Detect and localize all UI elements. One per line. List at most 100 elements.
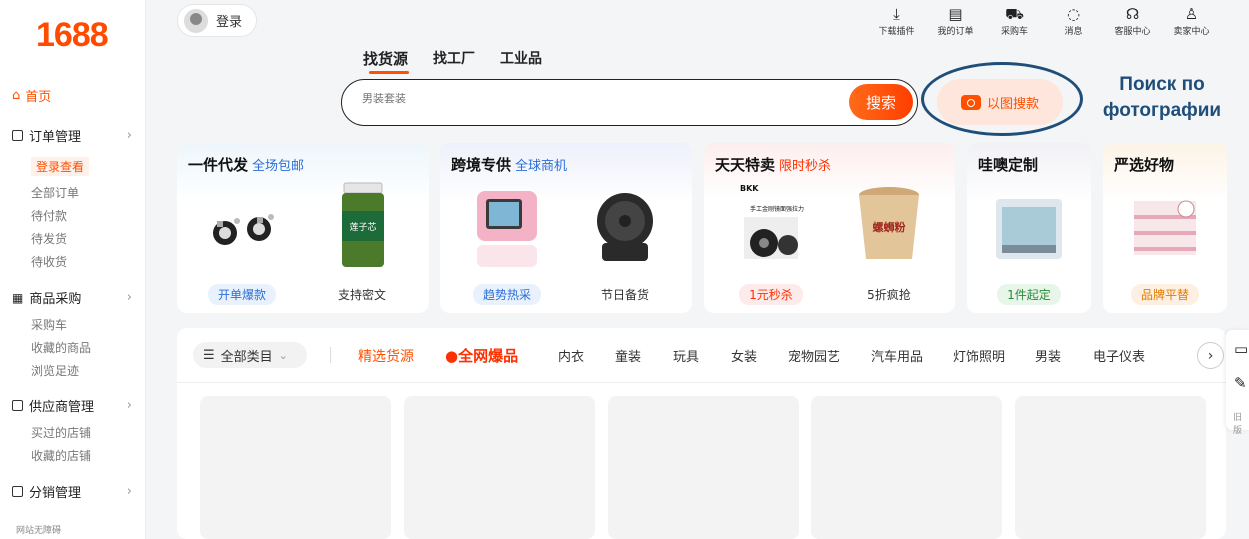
top-nav-download[interactable]: ⤓ 下载插件 [867,4,926,37]
chevron-right-icon: › [126,290,132,305]
login-button[interactable]: 登录 [177,4,257,37]
top-nav-label: 卖家中心 [1173,27,1210,37]
product-tag: 支持密文 [337,288,386,302]
category-item[interactable]: 女装 [731,346,788,365]
top-nav: ⤓ 下载插件 ▤ 我的订单 ⛟ 采购车 ◌ 消息 ☊ 客服中心 ♙ 卖家中心 [867,4,1221,37]
chevron-down-icon: ⌄ [278,348,288,362]
sidebar-section-label: 商品采购 [29,292,82,307]
product-placeholder [608,396,799,539]
user-icon: ♙ [1184,5,1199,23]
divider [330,347,331,363]
jar-image: 莲子芯 [317,181,407,271]
logo[interactable]: 1688 [36,16,109,55]
product-item[interactable]: 品牌平替 [1110,181,1220,305]
chevron-right-icon[interactable]: › [1197,342,1224,369]
category-item[interactable]: 电子仪表 [1093,346,1163,365]
edit-icon[interactable]: ✎ [1234,374,1247,392]
category-hot[interactable]: ●全网爆品 [445,345,518,366]
category-item[interactable]: 童装 [615,346,673,365]
top-nav-label: 采购车 [1000,27,1028,37]
sidebar-item-bought-stores[interactable]: 买过的店铺 [31,424,91,441]
product-item[interactable]: 螺蛳粉 5折疯抢 [834,181,944,305]
product-item[interactable]: 莲子芯 支持密文 [307,181,417,305]
sidebar-item-favorite-products[interactable]: 收藏的商品 [31,339,91,356]
product-tag: 1元秒杀 [739,284,803,305]
tab-find-goods[interactable]: 找货源 [363,48,410,74]
search-button[interactable]: 搜索 [849,84,913,120]
search-box: 搜索 [341,79,918,126]
top-nav-seller[interactable]: ♙ 卖家中心 [1162,4,1221,37]
menu-icon: ☰ [203,347,215,363]
card-title: 一件代发 全场包邮 [188,154,304,175]
all-categories-dropdown[interactable]: ☰ 全部类目 ⌄ [193,342,307,368]
product-tag: 趋势热采 [472,284,541,305]
feedback-icon[interactable]: ▭ [1234,340,1248,358]
accessibility-link[interactable]: 网站无障碍 [16,523,61,536]
message-icon: ◌ [1066,5,1081,23]
download-icon: ⤓ [893,5,900,23]
sidebar-section-orders[interactable]: 订单管理 › [12,126,132,145]
product-item[interactable]: 1件起定 [974,181,1084,305]
promo-card-dropship[interactable]: 一件代发 全场包邮 开单爆款 莲子芯 支持密文 [177,143,429,313]
noodle-cup-image: 螺蛳粉 [844,181,934,271]
sidebar-item-all-orders[interactable]: 全部订单 [31,184,79,201]
category-item[interactable]: 内衣 [558,346,615,365]
product-placeholder [404,396,595,539]
card-title-text: 严选好物 [1114,156,1175,174]
promo-card-daily-deals[interactable]: 天天特卖 限时秒杀 BKK 手工金刚镜面强拉力 1元秒杀 螺蛳粉 5折疯抢 [704,143,955,313]
sidebar-item-pending-receipt[interactable]: 待收货 [31,253,67,270]
product-tag: 品牌平替 [1130,284,1199,305]
card-title: 天天特卖 限时秒杀 [715,154,831,175]
image-search-label: 以图搜款 [986,96,1039,112]
top-nav-cart[interactable]: ⛟ 采购车 [985,4,1044,37]
sidebar-section-suppliers[interactable]: 供应商管理 › [12,396,132,415]
sidebar-item-favorite-stores[interactable]: 收藏的店铺 [31,447,91,464]
all-categories-label: 全部类目 [220,349,273,365]
search-input[interactable] [362,93,782,105]
product-tag: 5折疯抢 [867,288,911,302]
fan-image [580,181,670,271]
promo-card-crossborder[interactable]: 跨境专供 全球商机 趋势热采 节日备货 [440,143,692,313]
kids-camera-image [462,181,552,271]
product-item[interactable]: 开单爆款 [187,181,297,305]
bag-brand: BKK [740,184,759,193]
tab-find-factory[interactable]: 找工厂 [433,48,475,69]
jar-label: 莲子芯 [349,221,376,233]
category-item[interactable]: 宠物园艺 [788,346,871,365]
category-featured[interactable]: 精选货源 [358,346,414,366]
product-item[interactable]: 节日备货 [570,181,680,305]
sidebar-item-pending-shipment[interactable]: 待发货 [31,230,67,247]
sidebar-section-distribution[interactable]: 分销管理 › [12,482,132,501]
tissue-pack-image [1120,181,1210,271]
grid-icon: ▦ [12,290,24,305]
sidebar-item-cart[interactable]: 采购车 [31,316,67,333]
sidebar-item-history[interactable]: 浏览足迹 [31,362,79,379]
category-item[interactable]: 玩具 [673,346,731,365]
sidebar-section-label: 分销管理 [29,486,82,501]
cart-icon: ⛟ [1005,5,1024,23]
top-nav-orders[interactable]: ▤ 我的订单 [926,4,985,37]
card-subtitle: 全球商机 [515,159,568,174]
top-nav-service[interactable]: ☊ 客服中心 [1103,4,1162,37]
annotation-line: Поиск по [1119,74,1205,95]
card-title-text: 天天特卖 [715,156,776,174]
sidebar: 1688 ⌂ 首页 订单管理 › 登录查看 全部订单 待付款 待发货 待收货 ▦… [0,0,146,539]
promo-card-selected[interactable]: 严选好物 品牌平替 [1103,143,1227,313]
category-item[interactable]: 汽车用品 [871,346,953,365]
order-icon: ▤ [948,5,963,23]
image-search-button[interactable]: 以图搜款 [937,79,1063,125]
tab-industrial[interactable]: 工业品 [500,48,542,69]
sidebar-item-home[interactable]: ⌂ 首页 [12,86,51,105]
storage-box-image [984,181,1074,271]
card-title: 哇噢定制 [978,154,1038,175]
promo-card-custom[interactable]: 哇噢定制 1件起定 [967,143,1091,313]
product-item[interactable]: 趋势热采 [452,181,562,305]
old-version-link[interactable]: 旧版 [1233,410,1249,436]
sidebar-item-login-view[interactable]: 登录查看 [31,157,90,176]
sidebar-item-pending-payment[interactable]: 待付款 [31,207,67,224]
category-item[interactable]: 男装 [1035,346,1093,365]
category-item[interactable]: 灯饰照明 [953,346,1035,365]
top-nav-messages[interactable]: ◌ 消息 [1044,4,1103,37]
product-item[interactable]: BKK 手工金刚镜面强拉力 1元秒杀 [716,181,826,305]
sidebar-section-purchasing[interactable]: ▦ 商品采购 › [12,288,132,307]
